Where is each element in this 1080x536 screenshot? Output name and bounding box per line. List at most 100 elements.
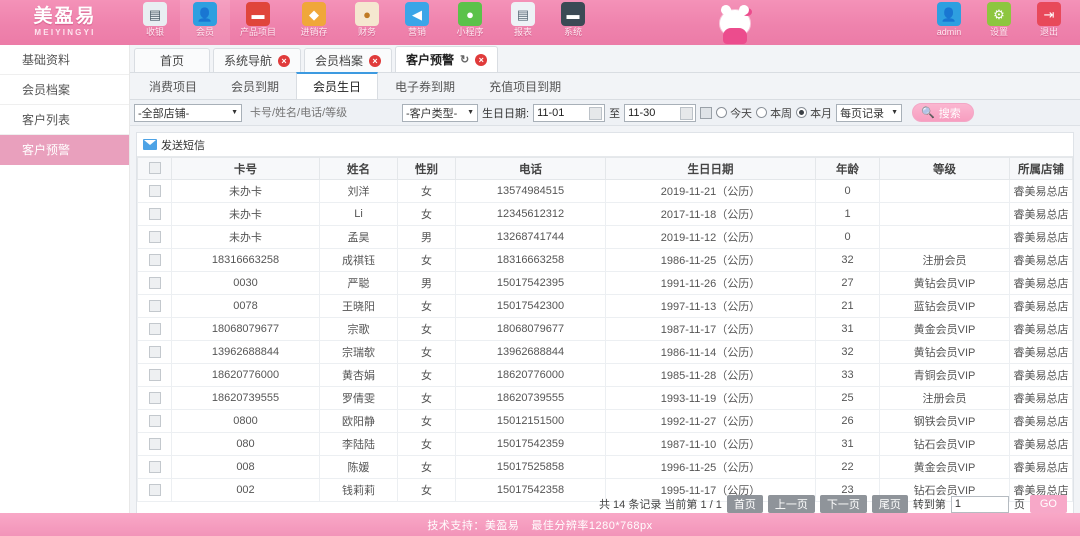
tab-home[interactable]: 首页	[134, 48, 210, 72]
table-row[interactable]: 008 陈媛女 15017525858 1996-11-25（公历） 22 黄金会员VIP…	[137, 455, 1073, 479]
row-checkbox-cell[interactable]	[137, 340, 172, 364]
extra-checkbox[interactable]	[700, 106, 713, 119]
row-checkbox-cell[interactable]	[137, 271, 172, 295]
go-button[interactable]: GO	[1029, 495, 1067, 513]
row-checkbox-cell[interactable]	[137, 363, 172, 387]
nav-item-miniprogram[interactable]: ● 小程序	[442, 0, 498, 45]
table-row[interactable]: 18068079677 宗歌女 18068079677 1987-11-17（公历） 3…	[137, 317, 1073, 341]
close-icon[interactable]: ×	[278, 54, 291, 67]
page-size-select[interactable]: 每页记录 ▼	[836, 103, 903, 122]
date-from-input[interactable]: 11-01	[533, 103, 606, 122]
next-page-button[interactable]: 下一页	[819, 495, 867, 513]
table-row[interactable]: 未办卡 孟昊男 13268741744 2019-11-12（公历） 0 睿美易总店	[137, 225, 1073, 249]
th-card-number[interactable]: 卡号	[171, 157, 320, 180]
nav-item-system[interactable]: ▬ 系统	[548, 0, 598, 45]
row-checkbox-cell[interactable]	[137, 248, 172, 272]
settings-button[interactable]: ⚙ 设置	[974, 0, 1024, 45]
select-all-checkbox[interactable]	[148, 162, 161, 175]
jump-page-input[interactable]	[950, 495, 1009, 513]
shop-select[interactable]: -全部店铺- ▼	[134, 103, 242, 122]
table-row[interactable]: 未办卡 Li 女 12345612312 2017-11-18（公历） 1 睿美易总店	[137, 202, 1073, 226]
radio-week[interactable]: 本周	[756, 105, 792, 121]
calendar-icon[interactable]	[680, 106, 694, 120]
tab-member-file[interactable]: 会员档案 ×	[304, 48, 393, 72]
tab-customer-alert[interactable]: 客户预警 ↻ ×	[395, 46, 499, 72]
tab-system-nav[interactable]: 系统导航 ×	[213, 48, 302, 72]
row-checkbox[interactable]	[148, 415, 161, 428]
row-checkbox[interactable]	[148, 277, 161, 290]
th-select-all[interactable]	[137, 157, 172, 180]
nav-item-inventory[interactable]: ◆ 进销存	[286, 0, 342, 45]
row-checkbox-cell[interactable]	[137, 432, 172, 456]
table-row[interactable]: 未办卡 刘洋女 13574984515 2019-11-21（公历） 0 睿美易总店	[137, 179, 1073, 203]
th-level[interactable]: 等级	[879, 157, 1010, 180]
row-checkbox[interactable]	[148, 346, 161, 359]
nav-item-marketing[interactable]: ◀ 营销	[392, 0, 442, 45]
last-page-button[interactable]: 尾页	[871, 495, 908, 513]
row-checkbox-cell[interactable]	[137, 409, 172, 433]
send-sms-button[interactable]: 发送短信	[143, 137, 205, 153]
row-checkbox[interactable]	[148, 438, 161, 451]
nav-item-finance[interactable]: ● 财务	[342, 0, 392, 45]
row-checkbox[interactable]	[148, 300, 161, 313]
nav-item-products[interactable]: ▬ 产品项目	[230, 0, 286, 45]
sidebar-item-customer-list[interactable]: 客户列表	[0, 105, 129, 135]
th-birthday[interactable]: 生日日期	[605, 157, 816, 180]
row-checkbox[interactable]	[148, 461, 161, 474]
row-checkbox-cell[interactable]	[137, 455, 172, 479]
close-icon[interactable]: ×	[369, 54, 382, 67]
sidebar-item-customer-alert[interactable]: 客户预警	[0, 135, 129, 165]
nav-item-reports[interactable]: ▤ 报表	[498, 0, 548, 45]
table-row[interactable]: 0800 欧阳静女 15012151500 1992-11-27（公历） 26 钢铁会员V…	[137, 409, 1073, 433]
row-checkbox[interactable]	[148, 185, 161, 198]
refresh-icon[interactable]: ↻	[460, 53, 469, 66]
account-button[interactable]: 👤 admin	[924, 0, 974, 45]
radio-month[interactable]: 本月	[796, 105, 832, 121]
th-gender[interactable]: 性别	[397, 157, 456, 180]
tab-consumption-items[interactable]: 消费项目	[132, 73, 214, 99]
keyword-input[interactable]	[246, 103, 398, 122]
row-checkbox[interactable]	[148, 369, 161, 382]
sidebar-item-basic-data[interactable]: 基础资料	[0, 45, 129, 75]
row-checkbox-cell[interactable]	[137, 202, 172, 226]
nav-item-member[interactable]: 👤 会员	[180, 0, 230, 45]
row-checkbox-cell[interactable]	[137, 478, 172, 502]
app-logo[interactable]: 美盈易 MEIYINGYI	[0, 0, 130, 45]
table-row[interactable]: 080 李陆陆女 15017542359 1987-11-10（公历） 31 钻石会员VI…	[137, 432, 1073, 456]
th-phone[interactable]: 电话	[455, 157, 606, 180]
row-checkbox[interactable]	[148, 208, 161, 221]
first-page-button[interactable]: 首页	[726, 495, 763, 513]
row-checkbox-cell[interactable]	[137, 386, 172, 410]
th-shop[interactable]: 所属店铺	[1009, 157, 1073, 180]
tab-recharge-expiry[interactable]: 充值项目到期	[472, 73, 578, 99]
row-checkbox[interactable]	[148, 231, 161, 244]
nav-item-cashier[interactable]: ▤ 收银	[130, 0, 180, 45]
tab-member-birthday[interactable]: 会员生日	[296, 72, 379, 99]
row-checkbox[interactable]	[148, 254, 161, 267]
sidebar-item-member-file[interactable]: 会员档案	[0, 75, 129, 105]
close-icon[interactable]: ×	[475, 53, 488, 66]
tab-coupon-expiry[interactable]: 电子券到期	[378, 73, 472, 99]
row-checkbox-cell[interactable]	[137, 225, 172, 249]
prev-page-button[interactable]: 上一页	[767, 495, 815, 513]
table-row[interactable]: 18316663258 成祺钰女 18316663258 1986-11-25（公历）…	[137, 248, 1073, 272]
row-checkbox[interactable]	[148, 484, 161, 497]
table-row[interactable]: 18620776000 黄杏娟女 18620776000 1985-11-28（公历）…	[137, 363, 1073, 387]
table-row[interactable]: 18620739555 罗倩雯女 18620739555 1993-11-19（公历）…	[137, 386, 1073, 410]
logout-button[interactable]: ⇥ 退出	[1024, 0, 1074, 45]
table-row[interactable]: 13962688844 宗瑞欹女 13962688844 1986-11-14（公历）…	[137, 340, 1073, 364]
radio-today[interactable]: 今天	[716, 105, 752, 121]
table-row[interactable]: 0078 王晓阳女 15017542300 1997-11-13（公历） 21 蓝钻会员V…	[137, 294, 1073, 318]
row-checkbox-cell[interactable]	[137, 317, 172, 341]
th-name[interactable]: 姓名	[319, 157, 398, 180]
customer-type-select[interactable]: -客户类型- ▼	[402, 103, 478, 122]
search-button[interactable]: 🔍 搜索	[912, 103, 974, 122]
date-to-input[interactable]: 11-30	[624, 103, 697, 122]
th-age[interactable]: 年龄	[815, 157, 880, 180]
tab-member-expiry[interactable]: 会员到期	[214, 73, 296, 99]
row-checkbox[interactable]	[148, 323, 161, 336]
row-checkbox-cell[interactable]	[137, 294, 172, 318]
row-checkbox[interactable]	[148, 392, 161, 405]
table-row[interactable]: 0030 严聪男 15017542395 1991-11-26（公历） 27 黄钻会员VI…	[137, 271, 1073, 295]
calendar-icon[interactable]	[589, 106, 603, 120]
